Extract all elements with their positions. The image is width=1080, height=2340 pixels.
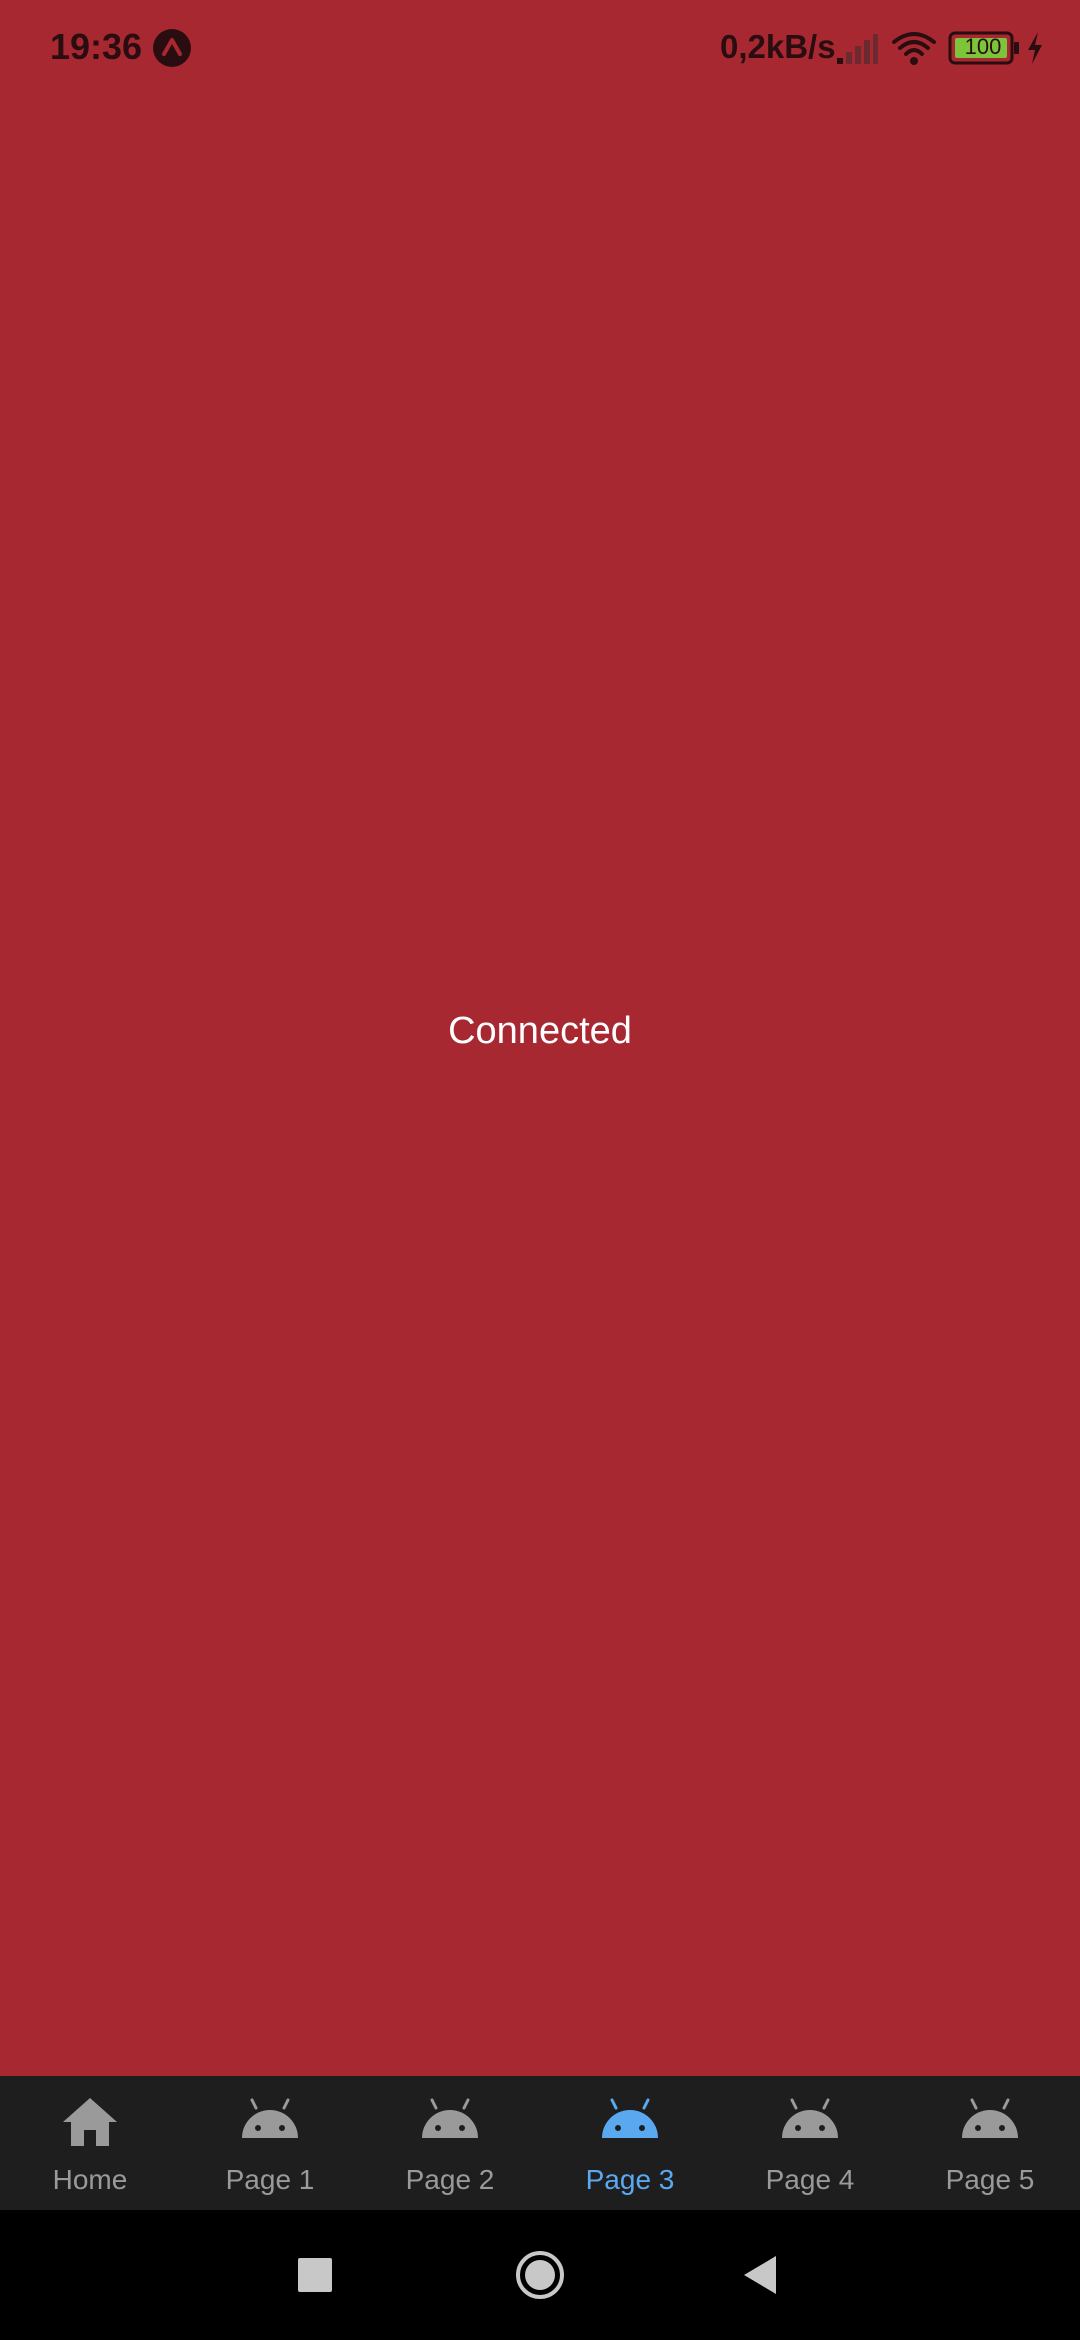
tab-label: Home xyxy=(52,2164,128,2195)
recents-icon[interactable] xyxy=(298,2258,332,2292)
tab-page-3[interactable]: Page 3 xyxy=(540,2076,720,2210)
tab-label: Page 2 xyxy=(405,2164,495,2195)
battery-level: 100 xyxy=(964,34,1002,59)
signal-icon xyxy=(837,34,878,64)
tab-label: Page 1 xyxy=(225,2164,315,2195)
tab-label: Page 5 xyxy=(945,2164,1035,2195)
tab-home[interactable]: Home xyxy=(0,2076,180,2210)
back-icon[interactable] xyxy=(740,2254,780,2296)
tab-page-5[interactable]: Page 5 xyxy=(900,2076,1080,2210)
network-speed: 0,2kB/s xyxy=(720,28,836,65)
tab-label: Page 4 xyxy=(765,2164,855,2195)
home-button-icon[interactable] xyxy=(514,2249,566,2301)
tab-page-4[interactable]: Page 4 xyxy=(720,2076,900,2210)
android-icon xyxy=(602,2098,658,2138)
wifi-icon xyxy=(892,32,936,65)
connection-status-text: Connected xyxy=(448,1010,632,1052)
app-screen: 19:36 0,2kB/s 100 Connected Home Page 1 … xyxy=(0,0,1080,2340)
tab-page-1[interactable]: Page 1 xyxy=(180,2076,360,2210)
tab-page-2[interactable]: Page 2 xyxy=(360,2076,540,2210)
android-icon xyxy=(962,2098,1018,2138)
charging-icon xyxy=(1028,32,1042,64)
android-icon xyxy=(782,2098,838,2138)
home-icon xyxy=(63,2098,117,2146)
status-bar: 19:36 0,2kB/s 100 xyxy=(0,0,1080,96)
system-nav-bar xyxy=(0,2210,1080,2340)
tab-label: Page 3 xyxy=(585,2164,675,2195)
status-time: 19:36 xyxy=(50,26,143,67)
app-notification-icon xyxy=(153,29,191,67)
bottom-tab-bar: Home Page 1 Page 2 Page 3 Page 4 Page 5 xyxy=(0,2076,1080,2210)
android-icon xyxy=(422,2098,478,2138)
android-icon xyxy=(242,2098,298,2138)
